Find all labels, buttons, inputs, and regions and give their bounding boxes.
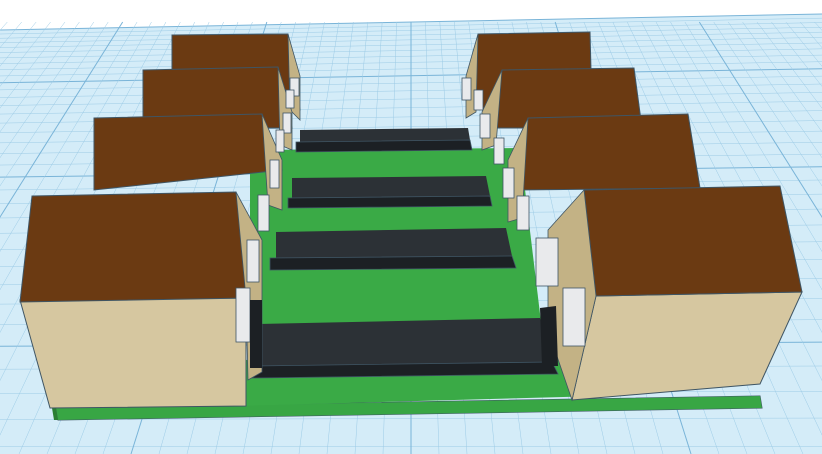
window (473, 89, 484, 111)
window (257, 194, 270, 232)
door (540, 306, 558, 366)
3d-design-viewport[interactable] (0, 0, 822, 454)
road-strip (269, 228, 517, 271)
window (269, 159, 280, 189)
window (461, 77, 472, 101)
window (275, 129, 285, 153)
window (502, 167, 515, 199)
3d-scene[interactable] (0, 0, 822, 454)
window (235, 287, 251, 343)
house[interactable] (19, 191, 270, 409)
house[interactable] (535, 185, 803, 402)
window (516, 195, 530, 231)
door (250, 300, 262, 368)
window (562, 287, 586, 347)
window (535, 237, 559, 287)
road-strip (287, 176, 493, 209)
window (493, 137, 505, 165)
road-strip (251, 318, 559, 379)
window (246, 239, 260, 283)
window (479, 113, 491, 139)
road-strip (295, 128, 473, 153)
window (285, 89, 295, 109)
